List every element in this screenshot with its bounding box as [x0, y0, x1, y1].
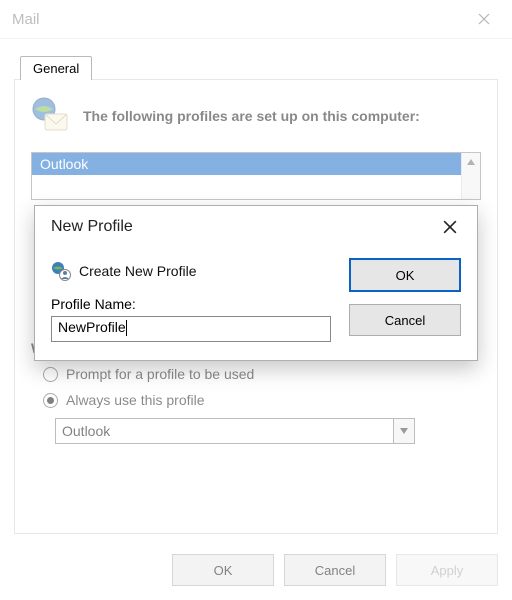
radio-always-label: Always use this profile [66, 392, 205, 408]
combo-dropdown-button[interactable] [393, 419, 414, 443]
ok-button[interactable]: OK [172, 554, 274, 586]
combo-selected: Outlook [56, 419, 393, 443]
profile-name-input[interactable]: NewProfile [51, 316, 331, 342]
apply-button: Apply [396, 554, 498, 586]
mail-profiles-window: Mail General The following profiles are … [0, 0, 512, 600]
radio-icon [43, 367, 58, 382]
profiles-listbox[interactable]: Outlook [31, 152, 481, 200]
modal-heading-row: Create New Profile [51, 256, 349, 286]
radio-prompt-label: Prompt for a profile to be used [66, 366, 254, 382]
scrollbar[interactable] [461, 153, 480, 199]
intro-row: The following profiles are set up on thi… [31, 96, 481, 136]
new-profile-dialog: New Profile Create [34, 205, 478, 361]
cancel-button[interactable]: Cancel [284, 554, 386, 586]
window-title: Mail [12, 11, 464, 28]
main-button-row: OK Cancel Apply [172, 554, 498, 586]
default-profile-combo[interactable]: Outlook [55, 418, 415, 444]
close-icon [478, 13, 490, 25]
scroll-up-icon[interactable] [462, 153, 480, 171]
modal-title: New Profile [51, 218, 433, 236]
radio-prompt[interactable]: Prompt for a profile to be used [43, 366, 481, 382]
profile-name-label: Profile Name: [51, 296, 349, 312]
tab-strip: General [14, 55, 498, 79]
radio-always[interactable]: Always use this profile [43, 392, 481, 408]
modal-heading: Create New Profile [79, 263, 197, 279]
profile-item[interactable]: Outlook [32, 153, 461, 175]
chevron-down-icon [400, 428, 408, 434]
window-close-button[interactable] [464, 4, 504, 34]
modal-body: Create New Profile Profile Name: NewProf… [35, 248, 477, 360]
tab-general[interactable]: General [20, 56, 92, 80]
modal-close-button[interactable] [433, 213, 467, 241]
text-caret [126, 320, 127, 336]
modal-ok-button[interactable]: OK [349, 258, 461, 292]
modal-titlebar: New Profile [35, 206, 477, 248]
profile-name-value: NewProfile [58, 319, 126, 335]
intro-text: The following profiles are set up on thi… [83, 108, 420, 124]
modal-cancel-button[interactable]: Cancel [349, 304, 461, 336]
startup-radios: Prompt for a profile to be used Always u… [43, 366, 481, 408]
radio-icon-checked [43, 393, 58, 408]
titlebar: Mail [0, 0, 512, 39]
mail-profiles-icon [31, 96, 71, 136]
profile-icon [51, 261, 71, 281]
close-icon [443, 220, 457, 234]
